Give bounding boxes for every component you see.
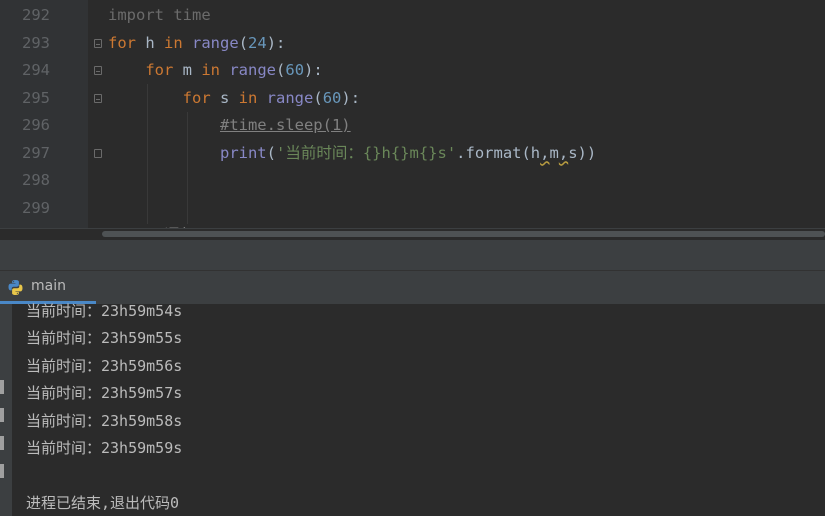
console-output-line: 当前时间：23h59m56s: [26, 356, 183, 375]
line-number: 296: [22, 116, 50, 134]
code-text: #time.sleep(1): [108, 112, 351, 139]
fold-marker-icon[interactable]: [94, 38, 102, 48]
code-token: m: [173, 61, 202, 79]
code-token: (: [266, 143, 276, 162]
code-token: 60: [285, 61, 305, 79]
line-number: 297: [22, 143, 50, 162]
code-text: for s in range(60):: [108, 85, 360, 112]
toolbar-icon-fragment[interactable]: [0, 436, 4, 450]
code-line[interactable]: 297 print('当前时间：{}h{}m{}s'.format(h,m,s)…: [0, 140, 825, 167]
code-token: (: [313, 88, 323, 107]
code-editor[interactable]: 292 import time 293 for h in range(24): 294 …: [0, 0, 825, 240]
code-token: h: [136, 33, 164, 52]
run-tab-main[interactable]: main: [0, 271, 96, 304]
console-output-line: 进程已结束,退出代码0: [26, 493, 180, 512]
code-line[interactable]: 299: [0, 195, 825, 222]
toolbar-icon-fragment[interactable]: [0, 464, 4, 478]
code-token: .format(h: [456, 143, 541, 162]
code-token: (: [276, 61, 286, 79]
line-number: 293: [22, 33, 50, 52]
code-token: range: [266, 88, 314, 107]
code-line[interactable]: 295 for s in range(60):: [0, 85, 825, 112]
toolbar-icon-fragment[interactable]: [0, 408, 4, 422]
code-token: in: [164, 33, 183, 52]
code-token: 24: [248, 33, 267, 52]
code-token: s: [210, 88, 239, 107]
code-token: 60: [322, 88, 342, 107]
code-token: for: [182, 88, 211, 107]
run-tool-window-header: main: [0, 271, 825, 305]
line-number: 292: [22, 6, 50, 24]
code-token: m: [549, 143, 559, 162]
code-token: print: [219, 143, 267, 162]
line-number: 295: [22, 88, 50, 107]
python-icon: [8, 280, 23, 295]
code-token: s)): [568, 143, 597, 162]
code-line[interactable]: 294 for m in range(60):: [0, 57, 825, 84]
code-line[interactable]: 298: [0, 167, 825, 194]
console-output-line: 当前时间：23h59m58s: [26, 411, 183, 430]
code-token: '当前时间：{}h{}m{}s': [276, 143, 457, 162]
line-number: 299: [22, 198, 50, 217]
code-line[interactable]: 293 for h in range(24):: [0, 30, 825, 57]
code-token: ):: [266, 33, 286, 52]
console-toolbar-strip: [0, 304, 12, 516]
run-console[interactable]: 当前时间：23h59m54s 当前时间：23h59m55s 当前时间：23h59m5…: [0, 302, 825, 516]
console-output-line: 当前时间：23h59m57s: [26, 384, 183, 403]
line-number: 294: [22, 61, 50, 79]
code-token: range: [192, 33, 239, 52]
code-line[interactable]: 296 #time.sleep(1): [0, 112, 825, 139]
code-line[interactable]: 292 import time: [0, 2, 825, 29]
scrollbar-thumb[interactable]: [102, 231, 825, 237]
console-output-line: 当前时间：23h59m55s: [26, 329, 183, 348]
line-number: 298: [22, 171, 50, 189]
console-output-line: 当前时间：23h59m59s: [26, 439, 183, 457]
toolbar-icon-fragment[interactable]: [0, 380, 4, 394]
code-text: import time: [108, 2, 211, 29]
code-text: for h in range(24):: [108, 30, 285, 57]
fold-marker-icon[interactable]: [94, 66, 102, 75]
code-token: for: [108, 33, 136, 52]
fold-marker-icon[interactable]: [94, 93, 102, 103]
code-token: ,: [558, 143, 569, 162]
code-token: range: [229, 61, 277, 79]
code-token: import time: [108, 6, 211, 24]
code-token: in: [238, 88, 258, 107]
code-text: print('当前时间：{}h{}m{}s'.format(h,m,s)): [108, 140, 596, 167]
panel-splitter[interactable]: [0, 240, 825, 271]
code-token: ,: [540, 143, 550, 162]
run-tab-label: main: [31, 278, 66, 294]
console-output-line: 当前时间：23h59m54s: [26, 302, 183, 320]
code-token: ):: [341, 88, 361, 107]
code-text: for m in range(60):: [108, 57, 323, 84]
code-token: ):: [304, 61, 323, 79]
code-token: for: [145, 61, 174, 79]
code-token: #time.sleep(1): [219, 116, 351, 134]
code-token: in: [201, 61, 220, 79]
code-token: (: [238, 33, 249, 52]
fold-marker-icon[interactable]: [94, 148, 102, 158]
